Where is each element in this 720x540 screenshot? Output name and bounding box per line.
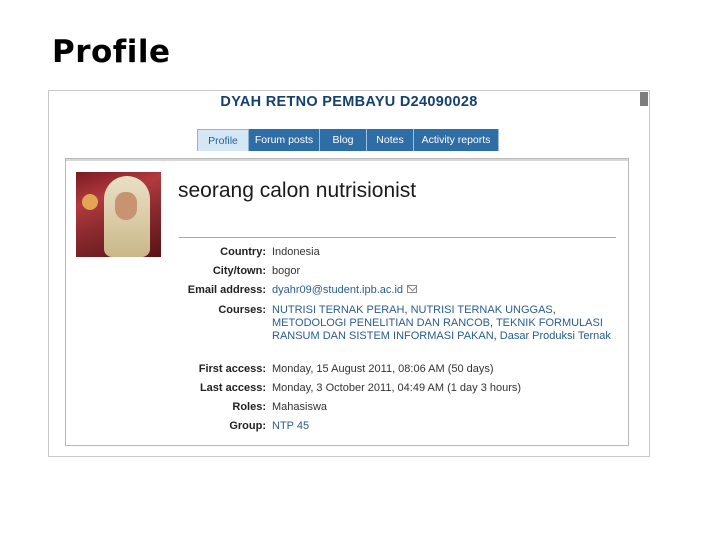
group-value[interactable]: NTP 45 — [272, 420, 617, 433]
last-access-label: Last access: — [199, 382, 266, 394]
course-link[interactable]: NUTRISI TERNAK PERAH — [272, 304, 404, 316]
tab-notes[interactable]: Notes — [367, 129, 414, 151]
course-link[interactable]: Dasar Produksi Ternak — [500, 330, 611, 342]
email-value: dyahr09@student.ipb.ac.id — [272, 284, 617, 297]
group-label: Group: — [229, 420, 266, 432]
profile-tabs: Profile Forum posts Blog Notes Activity … — [197, 129, 499, 151]
city-value: bogor — [272, 265, 301, 277]
profile-screenshot: DYAH RETNO PEMBAYU D24090028 Profile For… — [48, 90, 650, 457]
email-link[interactable]: dyahr09@student.ipb.ac.id — [272, 284, 403, 296]
courses-list: NUTRISI TERNAK PERAH, NUTRISI TERNAK UNG… — [272, 304, 611, 342]
tab-profile[interactable]: Profile — [197, 129, 249, 151]
roles-value: Mahasiswa — [272, 401, 328, 413]
country-value: Indonesia — [272, 246, 320, 258]
avatar-background-light — [82, 194, 98, 210]
avatar-face — [115, 192, 137, 220]
profile-description: seorang calon nutrisionist — [178, 179, 417, 202]
panel-top-border — [66, 159, 628, 161]
course-link[interactable]: NUTRISI TERNAK UNGGAS — [411, 304, 553, 316]
mail-icon[interactable] — [407, 285, 418, 293]
first-access-value: Monday, 15 August 2011, 08:06 AM (50 day… — [272, 363, 494, 375]
courses-label: Courses: — [218, 304, 266, 316]
avatar — [76, 172, 161, 257]
tab-forum-posts[interactable]: Forum posts — [249, 129, 320, 151]
slide-title: Profile — [52, 34, 171, 70]
course-link[interactable]: METODOLOGI PENELITIAN DAN RANCOB — [272, 317, 490, 329]
country-label: Country: — [220, 246, 266, 258]
email-label: Email address: — [187, 284, 266, 296]
first-access-label: First access: — [198, 363, 266, 375]
tab-activity-reports[interactable]: Activity reports — [414, 129, 499, 151]
profile-panel: seorang calon nutrisionist Country: Indo… — [65, 158, 629, 446]
description-divider — [179, 237, 616, 238]
city-label: City/town: — [212, 265, 266, 277]
last-access-value: Monday, 3 October 2011, 04:49 AM (1 day … — [272, 382, 522, 394]
user-full-name: DYAH RETNO PEMBAYU D24090028 — [220, 94, 478, 110]
tab-blog[interactable]: Blog — [320, 129, 367, 151]
roles-label: Roles: — [232, 401, 266, 413]
